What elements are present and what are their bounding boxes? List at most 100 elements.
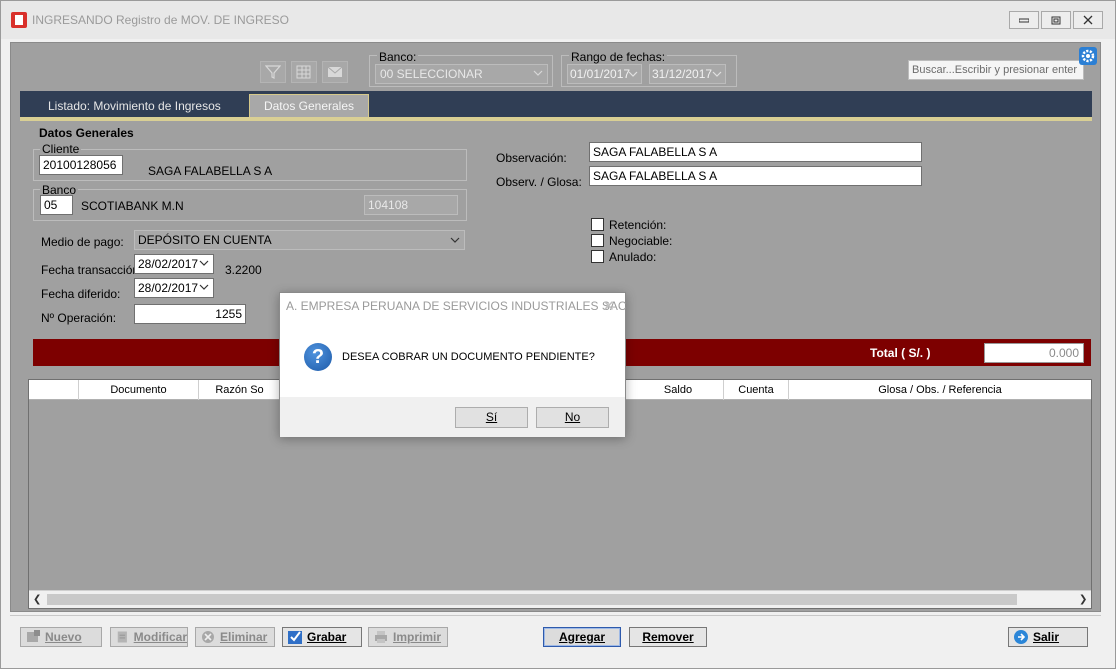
scroll-left-icon[interactable]: ❮ bbox=[33, 594, 41, 605]
nuevo-button[interactable]: Nuevo bbox=[20, 627, 102, 647]
observacion-input[interactable]: SAGA FALABELLA S A bbox=[589, 142, 922, 162]
date-from-value: 01/01/2017 bbox=[570, 67, 631, 81]
export-button[interactable] bbox=[291, 61, 317, 83]
window-title: INGRESANDO Registro de MOV. DE INGRESO bbox=[32, 13, 289, 27]
grid-header-saldo[interactable]: Saldo bbox=[633, 380, 724, 400]
dialog-no-button[interactable]: No bbox=[536, 407, 609, 428]
restore-icon bbox=[1051, 16, 1061, 24]
nuevo-label: Nuevo bbox=[45, 630, 82, 644]
date-to-picker[interactable]: 31/12/2017 bbox=[649, 64, 726, 84]
chevron-down-icon bbox=[533, 70, 543, 76]
bottom-toolbar: Nuevo Modificar Eliminar Grabar Imprimir… bbox=[10, 615, 1101, 655]
grabar-label: Grabar bbox=[307, 630, 347, 644]
app-icon bbox=[11, 12, 27, 28]
medio-pago-value: DEPÓSITO EN CUENTA bbox=[138, 233, 272, 247]
grid-header-blank bbox=[29, 380, 79, 400]
fecha-transaccion-picker[interactable]: 28/02/2017 bbox=[134, 254, 214, 274]
tab-listado[interactable]: Listado: Movimiento de Ingresos bbox=[48, 99, 221, 113]
imprimir-button[interactable]: Imprimir bbox=[368, 627, 448, 647]
fecha-transaccion-value: 28/02/2017 bbox=[138, 257, 199, 271]
banco-name: SCOTIABANK M.N bbox=[81, 199, 184, 213]
spreadsheet-icon bbox=[296, 65, 311, 79]
tab-underline bbox=[20, 117, 1092, 121]
delete-icon bbox=[202, 631, 214, 643]
salir-label: Salir bbox=[1033, 630, 1060, 644]
grid-header-cuenta[interactable]: Cuenta bbox=[724, 380, 789, 400]
title-bar: INGRESANDO Registro de MOV. DE INGRESO bbox=[1, 1, 1115, 39]
cliente-code-input[interactable]: 20100128056 bbox=[39, 155, 123, 175]
glosa-input[interactable]: SAGA FALABELLA S A bbox=[589, 166, 922, 186]
dialog-title: A. EMPRESA PERUANA DE SERVICIOS INDUSTRI… bbox=[286, 299, 627, 313]
retencion-checkbox[interactable] bbox=[591, 218, 604, 231]
eliminar-label: Eliminar bbox=[220, 630, 268, 644]
remover-button[interactable]: Remover bbox=[629, 627, 707, 647]
scroll-right-icon[interactable]: ❯ bbox=[1079, 594, 1087, 605]
edit-icon bbox=[117, 631, 127, 643]
banco-code-input[interactable]: 05 bbox=[40, 195, 73, 215]
operacion-input[interactable]: 1255 bbox=[134, 304, 246, 324]
section-title: Datos Generales bbox=[39, 126, 134, 140]
fecha-diferido-picker[interactable]: 28/02/2017 bbox=[134, 278, 214, 298]
new-record-icon bbox=[27, 630, 40, 642]
date-range-label: Rango de fechas: bbox=[569, 50, 668, 64]
modificar-label: Modificar bbox=[133, 630, 187, 644]
printer-icon bbox=[375, 631, 387, 643]
anulado-checkbox[interactable] bbox=[591, 250, 604, 263]
dialog-message: DESEA COBRAR UN DOCUMENTO PENDIENTE? bbox=[342, 351, 595, 363]
dialog-no-label: No bbox=[564, 410, 581, 424]
agregar-label: Agregar bbox=[558, 630, 605, 644]
close-button[interactable] bbox=[1073, 11, 1103, 29]
exit-icon bbox=[1014, 630, 1028, 644]
cliente-name: SAGA FALABELLA S A bbox=[148, 164, 273, 178]
date-from-picker[interactable]: 01/01/2017 bbox=[567, 64, 642, 84]
chevron-down-icon bbox=[199, 284, 209, 290]
modificar-button[interactable]: Modificar bbox=[110, 627, 188, 647]
agregar-button[interactable]: Agregar bbox=[543, 627, 621, 647]
dialog-close-icon[interactable]: ✕ bbox=[602, 297, 615, 315]
tab-bar: Listado: Movimiento de Ingresos Datos Ge… bbox=[20, 91, 1092, 117]
gear-icon[interactable] bbox=[1079, 47, 1097, 65]
grid-header-razon[interactable]: Razón So bbox=[199, 380, 281, 400]
search-placeholder: Buscar...Escribir y presionar enter bbox=[912, 64, 1078, 76]
grabar-button[interactable]: Grabar bbox=[282, 627, 362, 647]
tab-datos-generales[interactable]: Datos Generales bbox=[249, 94, 369, 117]
salir-button[interactable]: Salir bbox=[1008, 627, 1088, 647]
medio-pago-select[interactable]: DEPÓSITO EN CUENTA bbox=[134, 230, 465, 250]
filter-button[interactable] bbox=[260, 61, 286, 83]
minimize-button[interactable] bbox=[1009, 11, 1039, 29]
negociable-label: Negociable: bbox=[609, 234, 673, 248]
restore-button[interactable] bbox=[1041, 11, 1071, 29]
scrollbar-thumb[interactable] bbox=[47, 594, 1017, 605]
main-window: INGRESANDO Registro de MOV. DE INGRESO B… bbox=[0, 0, 1116, 669]
operacion-label: Nº Operación: bbox=[41, 311, 117, 325]
remover-label: Remover bbox=[642, 630, 694, 644]
grid-header-documento[interactable]: Documento bbox=[79, 380, 199, 400]
search-input[interactable]: Buscar...Escribir y presionar enter bbox=[908, 60, 1084, 80]
minimize-icon bbox=[1019, 18, 1029, 23]
medio-pago-label: Medio de pago: bbox=[41, 235, 124, 249]
email-button[interactable] bbox=[322, 61, 348, 83]
banco-filter-select[interactable]: 00 SELECCIONAR bbox=[375, 64, 548, 84]
chevron-down-icon bbox=[628, 71, 638, 77]
anulado-label: Anulado: bbox=[609, 250, 657, 264]
eliminar-button[interactable]: Eliminar bbox=[195, 627, 275, 647]
horizontal-scrollbar[interactable]: ❮ ❯ bbox=[29, 590, 1091, 608]
envelope-icon bbox=[327, 66, 343, 77]
fecha-diferido-label: Fecha diferido: bbox=[41, 287, 121, 301]
save-check-icon bbox=[288, 631, 302, 644]
negociable-checkbox[interactable] bbox=[591, 234, 604, 247]
banco-account-field: 104108 bbox=[364, 195, 458, 215]
chevron-down-icon bbox=[199, 260, 209, 266]
cliente-label: Cliente bbox=[40, 142, 82, 156]
observacion-label: Observación: bbox=[496, 151, 567, 165]
dialog-yes-button[interactable]: Sí bbox=[455, 407, 528, 428]
total-label: Total ( S/. ) bbox=[870, 346, 931, 360]
question-icon: ? bbox=[304, 343, 332, 371]
close-icon bbox=[1083, 15, 1093, 25]
tipo-cambio: 3.2200 bbox=[225, 263, 262, 277]
glosa-label: Observ. / Glosa: bbox=[496, 175, 582, 189]
banco-filter-value: 00 SELECCIONAR bbox=[380, 67, 483, 81]
grid-header-glosa[interactable]: Glosa / Obs. / Referencia bbox=[789, 380, 1091, 400]
filter-band: Banco: 00 SELECCIONAR Rango de fechas: 0… bbox=[11, 43, 1100, 91]
banco-filter-label: Banco: bbox=[377, 50, 419, 64]
